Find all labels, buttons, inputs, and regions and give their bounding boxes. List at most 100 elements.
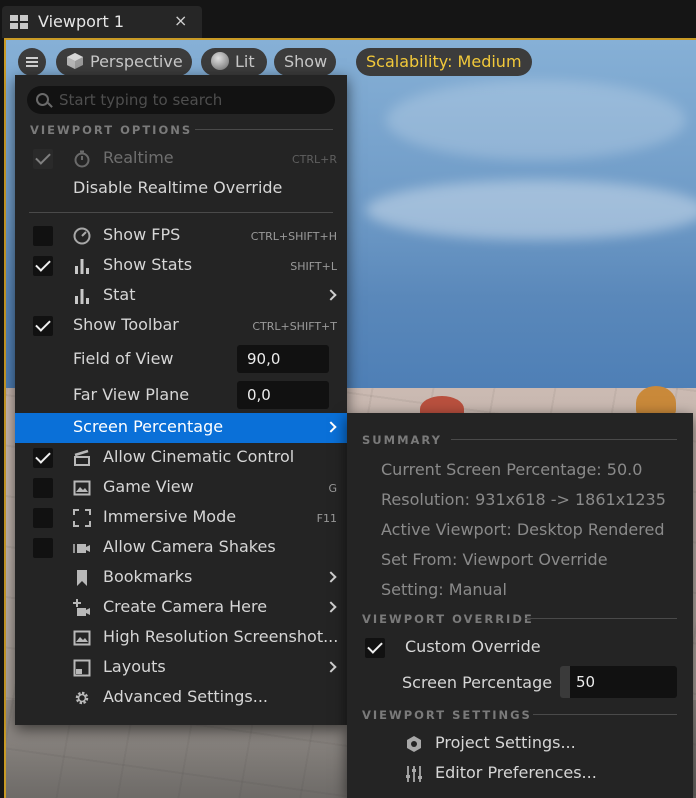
cloud-shape [386, 80, 686, 160]
menu-item-editor-preferences[interactable]: Editor Preferences... [347, 759, 693, 789]
scalability-button[interactable]: Scalability: Medium [356, 48, 532, 76]
menu-item-allow-cinematic-control[interactable]: Allow Cinematic Control [15, 443, 347, 473]
checkbox[interactable] [33, 538, 53, 558]
screenshot-icon [73, 630, 91, 646]
checkbox[interactable] [33, 508, 53, 528]
summary-set-from: Set From: Viewport Override [381, 550, 608, 569]
fullscreen-icon [73, 509, 91, 527]
search-icon [36, 93, 49, 106]
menu-item-label: Far View Plane [73, 385, 190, 404]
search-input[interactable] [59, 86, 329, 114]
menu-item-label: Show FPS [103, 225, 181, 244]
section-summary: SUMMARY [362, 433, 442, 447]
shortcut-label: F11 [316, 512, 337, 525]
summary-setting: Setting: Manual [381, 580, 507, 599]
clapperboard-icon [74, 449, 90, 466]
show-button[interactable]: Show [274, 48, 336, 76]
checkbox[interactable] [33, 448, 53, 468]
section-line [525, 618, 677, 619]
menu-item-show-stats[interactable]: Show Stats SHIFT+L [15, 251, 347, 281]
menu-item-label: Project Settings... [435, 733, 576, 752]
bookmark-icon [77, 570, 87, 586]
menu-item-stat[interactable]: Stat [15, 281, 347, 311]
summary-current-screen-percentage: Current Screen Percentage: 50.0 [381, 460, 643, 479]
stopwatch-icon [74, 150, 90, 168]
viewport-options-menu: VIEWPORT OPTIONS Realtime CTRL+R Disable… [15, 75, 347, 725]
chevron-right-icon [325, 289, 337, 301]
shortcut-label: CTRL+R [291, 153, 337, 166]
section-line [451, 439, 677, 440]
checkbox[interactable] [33, 478, 53, 498]
section-viewport-override: VIEWPORT OVERRIDE [362, 612, 534, 626]
menu-item-immersive-mode[interactable]: Immersive Mode F11 [15, 503, 347, 533]
sliders-icon [406, 766, 422, 782]
screen-percentage-label: Screen Percentage [402, 673, 553, 692]
lit-button[interactable]: Lit [201, 48, 267, 76]
menu-item-label: Advanced Settings... [103, 687, 268, 706]
summary-active-viewport: Active Viewport: Desktop Rendered [381, 520, 665, 539]
menu-item-create-camera-here[interactable]: Create Camera Here [15, 593, 347, 623]
menu-item-label: Layouts [103, 657, 166, 676]
menu-item-screen-percentage[interactable]: Screen Percentage [15, 413, 347, 443]
divider [29, 212, 333, 213]
menu-item-show-toolbar[interactable]: Show Toolbar CTRL+SHIFT+T [15, 311, 347, 341]
menu-item-label: Immersive Mode [103, 507, 237, 526]
show-label: Show [284, 52, 328, 71]
menu-item-allow-camera-shakes[interactable]: Allow Camera Shakes [15, 533, 347, 563]
menu-item-advanced-settings[interactable]: Advanced Settings... [15, 683, 347, 713]
shortcut-label: G [328, 482, 337, 495]
menu-item-project-settings[interactable]: Project Settings... [347, 729, 693, 759]
bar-chart-icon [75, 259, 89, 274]
checkbox[interactable] [33, 316, 53, 336]
checkbox[interactable] [33, 256, 53, 276]
landscape-icon [73, 480, 91, 496]
menu-item-label: Game View [103, 477, 194, 496]
checkbox[interactable] [365, 638, 385, 658]
screen-percentage-submenu: SUMMARY Current Screen Percentage: 50.0 … [347, 413, 693, 798]
menu-item-label: Stat [103, 285, 136, 304]
gear-icon [75, 691, 89, 705]
menu-item-game-view[interactable]: Game View G [15, 473, 347, 503]
menu-item-layouts[interactable]: Layouts [15, 653, 347, 683]
cloud-shape [366, 180, 696, 240]
menu-item-label: High Resolution Screenshot... [103, 627, 339, 646]
shortcut-label: SHIFT+L [290, 260, 337, 273]
chevron-right-icon [325, 421, 337, 433]
menu-item-bookmarks[interactable]: Bookmarks [15, 563, 347, 593]
menu-item-label: Bookmarks [103, 567, 193, 586]
menu-item-field-of-view: Field of View 90,0 [15, 343, 347, 375]
menu-item-disable-realtime-override[interactable]: Disable Realtime Override [15, 174, 347, 204]
field-of-view-input[interactable]: 90,0 [237, 345, 329, 373]
tab-title: Viewport 1 [38, 12, 125, 31]
far-view-plane-input[interactable]: 0,0 [237, 381, 329, 409]
shortcut-label: CTRL+SHIFT+H [250, 230, 337, 243]
cube-icon [67, 53, 83, 69]
chevron-right-icon [325, 601, 337, 613]
menu-item-label: Create Camera Here [103, 597, 268, 616]
bar-chart-icon [75, 289, 89, 304]
section-viewport-settings: VIEWPORT SETTINGS [362, 708, 532, 722]
checkbox[interactable] [33, 226, 53, 246]
screen-percentage-input[interactable]: 50 [560, 666, 677, 698]
project-settings-icon [407, 736, 421, 752]
menu-item-label: Allow Cinematic Control [103, 447, 295, 466]
custom-override-row[interactable]: Custom Override [347, 633, 693, 663]
tab-viewport-1[interactable]: Viewport 1 × [2, 6, 202, 38]
perspective-button[interactable]: Perspective [56, 48, 192, 76]
menu-item-label: Allow Camera Shakes [103, 537, 276, 556]
menu-item-show-fps[interactable]: Show FPS CTRL+SHIFT+H [15, 221, 347, 251]
custom-override-label: Custom Override [405, 637, 541, 656]
menu-item-label: Field of View [73, 349, 174, 368]
menu-item-label: Screen Percentage [73, 417, 224, 436]
add-camera-icon [73, 599, 90, 616]
close-icon[interactable]: × [174, 11, 187, 30]
section-line [533, 714, 677, 715]
menu-search[interactable] [27, 86, 335, 114]
viewport-menu-button[interactable] [18, 48, 46, 76]
menu-item-realtime[interactable]: Realtime CTRL+R [15, 144, 347, 174]
checkbox[interactable] [33, 149, 53, 169]
menu-item-high-resolution-screenshot[interactable]: High Resolution Screenshot... [15, 623, 347, 653]
summary-resolution: Resolution: 931x618 -> 1861x1235 [381, 490, 666, 509]
menu-item-label: Realtime [103, 148, 174, 167]
menu-item-label: Show Toolbar [73, 315, 179, 334]
